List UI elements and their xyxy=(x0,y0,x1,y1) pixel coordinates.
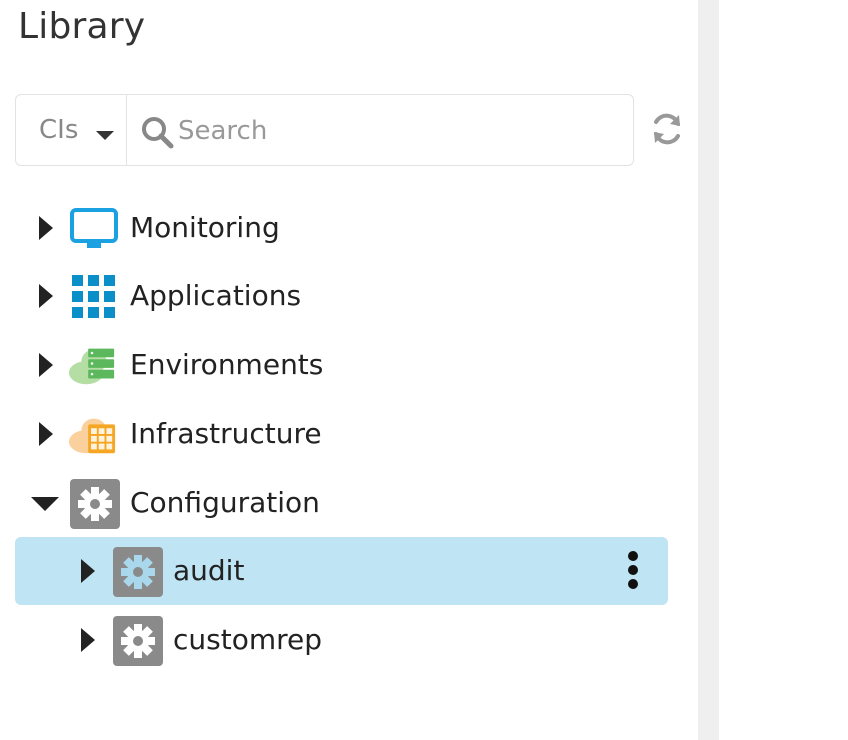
tree-item-environments[interactable]: Environments xyxy=(15,331,668,399)
grid-icon xyxy=(72,275,115,318)
tree-item-label: audit xyxy=(173,554,245,587)
tree-item-label: Monitoring xyxy=(130,211,280,244)
tree-item-label: Environments xyxy=(130,348,324,381)
caret-down-icon xyxy=(96,131,114,140)
tree-item-infrastructure[interactable]: Infrastructure xyxy=(15,400,668,468)
tree-item-configuration[interactable]: Configuration xyxy=(15,469,668,537)
library-panel: Library CIs Monitoring A xyxy=(0,0,698,740)
cloud-server-icon xyxy=(68,348,115,385)
tree-item-monitoring[interactable]: Monitoring xyxy=(15,194,668,262)
type-dropdown[interactable]: CIs xyxy=(16,95,127,165)
expand-arrow-icon[interactable] xyxy=(39,422,53,446)
search-input[interactable] xyxy=(176,109,620,153)
panel-divider[interactable] xyxy=(698,0,719,740)
expand-arrow-icon[interactable] xyxy=(39,353,53,377)
refresh-icon[interactable] xyxy=(648,110,686,148)
expand-arrow-icon[interactable] xyxy=(39,284,53,308)
tree-item-label: Applications xyxy=(130,279,302,312)
tree-item-audit[interactable]: audit xyxy=(15,537,668,605)
tree-item-label: Infrastructure xyxy=(130,417,322,450)
expand-arrow-icon[interactable] xyxy=(39,216,53,240)
library-title: Library xyxy=(18,6,146,47)
expand-arrow-icon[interactable] xyxy=(81,628,95,652)
gear-icon xyxy=(70,479,120,529)
tree-item-label: Configuration xyxy=(130,486,320,519)
monitor-icon xyxy=(70,208,118,248)
collapse-arrow-icon[interactable] xyxy=(31,497,59,511)
more-options-icon[interactable] xyxy=(621,551,645,591)
gear-icon xyxy=(113,547,163,597)
tree-item-customrep[interactable]: customrep xyxy=(15,606,668,674)
search-icon xyxy=(142,117,174,149)
expand-arrow-icon[interactable] xyxy=(81,559,95,583)
content-area xyxy=(719,0,848,740)
tree-item-applications[interactable]: Applications xyxy=(15,262,668,330)
gear-icon xyxy=(113,616,163,666)
search-bar: CIs xyxy=(15,94,634,166)
cloud-building-icon xyxy=(68,418,116,454)
tree-item-label: customrep xyxy=(173,623,323,656)
type-dropdown-label: CIs xyxy=(39,115,79,145)
